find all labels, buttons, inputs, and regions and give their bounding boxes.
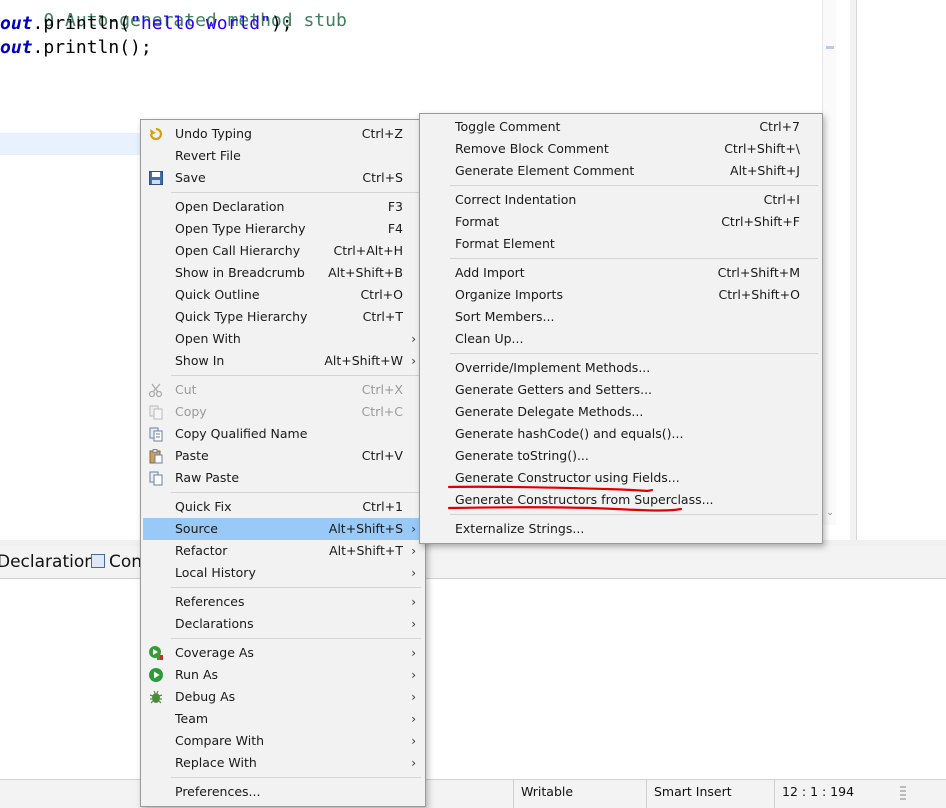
submenu-item-clean-up[interactable]: Clean Up... [422, 328, 820, 350]
submenu-arrow-icon: › [411, 522, 416, 536]
menu-item-run-as[interactable]: Run As › [143, 664, 423, 686]
menu-item-coverage-as[interactable]: Coverage As › [143, 642, 423, 664]
paste-icon [148, 448, 164, 464]
coverage-icon [148, 645, 164, 661]
debug-icon [148, 689, 164, 705]
editor-vertical-scrollbar[interactable]: ⌄ [822, 0, 837, 525]
menu-item-copy[interactable]: Copy Ctrl+C [143, 401, 423, 423]
submenu-item-generate-hashcode-equals[interactable]: Generate hashCode() and equals()... [422, 423, 820, 445]
menu-item-show-in-breadcrumb[interactable]: Show in Breadcrumb Alt+Shift+B [143, 262, 423, 284]
submenu-item-generate-delegate-methods[interactable]: Generate Delegate Methods... [422, 401, 820, 423]
submenu-item-generate-element-comment[interactable]: Generate Element Comment Alt+Shift+J [422, 160, 820, 182]
code-line-println-empty: out.println(); [0, 37, 152, 58]
menu-separator [171, 777, 421, 778]
submenu-item-format[interactable]: Format Ctrl+Shift+F [422, 211, 820, 233]
submenu-arrow-icon: › [411, 332, 416, 346]
menu-separator [171, 192, 421, 193]
copy-qualified-icon [148, 426, 164, 442]
submenu-arrow-icon: › [411, 566, 416, 580]
status-grip-icon [900, 786, 906, 802]
submenu-item-sort-members[interactable]: Sort Members... [422, 306, 820, 328]
submenu-item-generate-tostring[interactable]: Generate toString()... [422, 445, 820, 467]
menu-item-quick-fix[interactable]: Quick Fix Ctrl+1 [143, 496, 423, 518]
submenu-arrow-icon: › [411, 354, 416, 368]
overview-ruler [836, 0, 850, 525]
menu-item-copy-qualified-name[interactable]: Copy Qualified Name [143, 423, 423, 445]
submenu-arrow-icon: › [411, 690, 416, 704]
menu-item-open-call-hierarchy[interactable]: Open Call Hierarchy Ctrl+Alt+H [143, 240, 423, 262]
cut-icon [148, 382, 164, 398]
menu-item-raw-paste[interactable]: Raw Paste [143, 467, 423, 489]
submenu-item-remove-block-comment[interactable]: Remove Block Comment Ctrl+Shift+\ [422, 138, 820, 160]
status-writable: Writable [513, 780, 647, 808]
submenu-item-generate-constructors-from-superclass[interactable]: Generate Constructors from Superclass... [422, 489, 820, 511]
submenu-item-generate-constructor-using-fields[interactable]: Generate Constructor using Fields... [422, 467, 820, 489]
submenu-arrow-icon: › [411, 734, 416, 748]
submenu-arrow-icon: › [411, 712, 416, 726]
scroll-down-icon[interactable]: ⌄ [823, 508, 837, 518]
code-line-println-hello: out.println("hello world"); [0, 13, 293, 34]
save-icon [148, 170, 164, 186]
menu-item-preferences[interactable]: Preferences... [143, 781, 423, 803]
submenu-arrow-icon: › [411, 756, 416, 770]
submenu-item-externalize-strings[interactable]: Externalize Strings... [422, 518, 820, 540]
undo-icon [148, 126, 164, 142]
menu-separator [450, 258, 818, 259]
menu-item-debug-as[interactable]: Debug As › [143, 686, 423, 708]
submenu-item-format-element[interactable]: Format Element [422, 233, 820, 255]
submenu-item-override-implement-methods[interactable]: Override/Implement Methods... [422, 357, 820, 379]
submenu-arrow-icon: › [411, 668, 416, 682]
menu-item-open-with[interactable]: Open With › [143, 328, 423, 350]
menu-separator [450, 185, 818, 186]
menu-item-declarations[interactable]: Declarations › [143, 613, 423, 635]
menu-item-revert-file[interactable]: Revert File [143, 145, 423, 167]
submenu-arrow-icon: › [411, 646, 416, 660]
raw-paste-icon [148, 470, 164, 486]
menu-separator [171, 587, 421, 588]
run-icon [148, 667, 164, 683]
menu-item-quick-outline[interactable]: Quick Outline Ctrl+O [143, 284, 423, 306]
menu-item-local-history[interactable]: Local History › [143, 562, 423, 584]
scroll-marker [826, 46, 834, 49]
source-submenu: Toggle Comment Ctrl+7 Remove Block Commen… [419, 113, 823, 544]
console-icon [91, 554, 105, 568]
submenu-arrow-icon: › [411, 617, 416, 631]
outline-panel [856, 0, 946, 540]
menu-item-refactor[interactable]: Refactor Alt+Shift+T › [143, 540, 423, 562]
submenu-item-generate-getters-setters[interactable]: Generate Getters and Setters... [422, 379, 820, 401]
submenu-item-add-import[interactable]: Add Import Ctrl+Shift+M [422, 262, 820, 284]
copy-icon [148, 404, 164, 420]
menu-separator [450, 514, 818, 515]
menu-separator [450, 353, 818, 354]
menu-item-open-declaration[interactable]: Open Declaration F3 [143, 196, 423, 218]
menu-item-save[interactable]: Save Ctrl+S [143, 167, 423, 189]
tab-declaration[interactable]: Declaration [0, 552, 95, 572]
menu-item-cut[interactable]: Cut Ctrl+X [143, 379, 423, 401]
menu-separator [171, 492, 421, 493]
menu-item-team[interactable]: Team › [143, 708, 423, 730]
menu-item-source[interactable]: Source Alt+Shift+S › [143, 518, 423, 540]
submenu-item-organize-imports[interactable]: Organize Imports Ctrl+Shift+O [422, 284, 820, 306]
menu-item-replace-with[interactable]: Replace With › [143, 752, 423, 774]
menu-item-quick-type-hierarchy[interactable]: Quick Type Hierarchy Ctrl+T [143, 306, 423, 328]
menu-item-show-in[interactable]: Show In Alt+Shift+W › [143, 350, 423, 372]
editor-context-menu: Undo Typing Ctrl+Z Revert File Save Ctrl+S… [140, 119, 426, 807]
menu-item-undo-typing[interactable]: Undo Typing Ctrl+Z [143, 123, 423, 145]
menu-item-paste[interactable]: Paste Ctrl+V [143, 445, 423, 467]
submenu-arrow-icon: › [411, 544, 416, 558]
status-cursor-position: 12 : 1 : 194 [774, 780, 892, 808]
menu-item-compare-with[interactable]: Compare With › [143, 730, 423, 752]
submenu-item-correct-indentation[interactable]: Correct Indentation Ctrl+I [422, 189, 820, 211]
menu-item-references[interactable]: References › [143, 591, 423, 613]
submenu-arrow-icon: › [411, 595, 416, 609]
menu-item-open-type-hierarchy[interactable]: Open Type Hierarchy F4 [143, 218, 423, 240]
menu-separator [171, 638, 421, 639]
status-insert-mode: Smart Insert [646, 780, 774, 808]
submenu-item-toggle-comment[interactable]: Toggle Comment Ctrl+7 [422, 116, 820, 138]
menu-separator [171, 375, 421, 376]
